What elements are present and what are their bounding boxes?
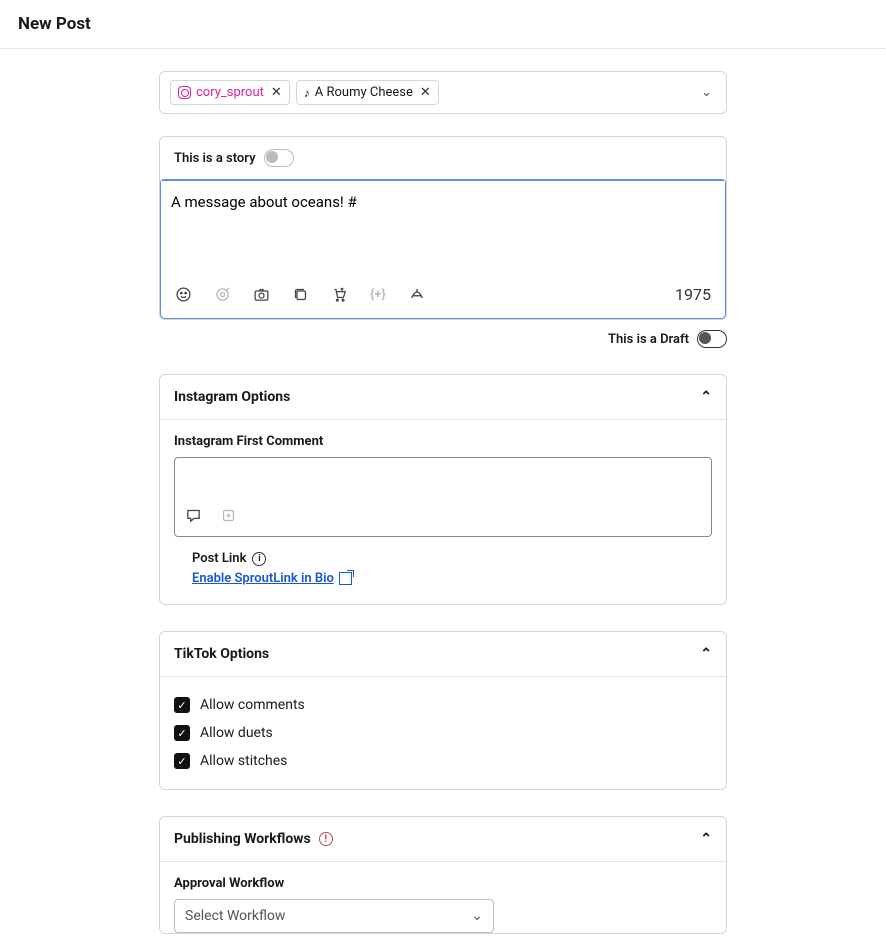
checkbox-label: Allow stitches	[200, 753, 287, 769]
composer: This is a story	[159, 136, 727, 320]
allow-stitches-row[interactable]: ✓ Allow stitches	[174, 747, 712, 775]
page-header: New Post	[0, 0, 886, 49]
select-placeholder: Select Workflow	[185, 908, 285, 924]
enable-sproutlink-link[interactable]: Enable SproutLink in Bio	[192, 571, 352, 586]
account-chip-label: cory_sprout	[196, 85, 264, 100]
publishing-workflows-header[interactable]: Publishing Workflows ! ⌃	[160, 817, 726, 862]
draft-toggle[interactable]	[697, 330, 727, 348]
allow-duets-row[interactable]: ✓ Allow duets	[174, 719, 712, 747]
checkbox-checked-icon[interactable]: ✓	[174, 697, 190, 713]
alt-text-icon[interactable]	[408, 286, 426, 304]
chevron-down-icon[interactable]: ⌄	[701, 85, 716, 100]
story-toggle[interactable]	[264, 149, 294, 167]
chevron-up-icon: ⌃	[700, 831, 712, 847]
post-link-label: Post Link	[192, 551, 246, 566]
story-toggle-label: This is a story	[174, 151, 256, 166]
info-icon[interactable]: i	[252, 552, 266, 566]
chevron-up-icon: ⌃	[700, 646, 712, 662]
account-selector[interactable]: cory_sprout ✕ ♪ A Roumy Cheese ✕ ⌄	[159, 71, 727, 114]
char-count: 1975	[675, 285, 711, 304]
page-title: New Post	[18, 14, 868, 34]
camera-icon[interactable]	[253, 286, 270, 303]
close-icon[interactable]: ✕	[271, 85, 282, 100]
emoji-icon[interactable]	[175, 286, 192, 303]
enable-sproutlink-label: Enable SproutLink in Bio	[192, 571, 334, 586]
instagram-icon	[178, 86, 191, 99]
first-comment-label: Instagram First Comment	[174, 434, 712, 449]
external-link-icon	[339, 572, 352, 585]
first-comment-input[interactable]	[174, 457, 712, 537]
instagram-options-header[interactable]: Instagram Options ⌃	[160, 375, 726, 420]
checkbox-checked-icon[interactable]: ✓	[174, 753, 190, 769]
panel-title: TikTok Options	[174, 646, 269, 662]
warning-icon: !	[319, 832, 333, 846]
tiktok-options-panel: TikTok Options ⌃ ✓ Allow comments ✓ Allo…	[159, 631, 727, 790]
draft-toggle-label: This is a Draft	[608, 332, 689, 347]
publishing-workflows-panel: Publishing Workflows ! ⌃ Approval Workfl…	[159, 816, 727, 934]
checkbox-label: Allow duets	[200, 725, 273, 741]
composer-editor: {+} 1975	[159, 179, 727, 320]
story-toggle-row: This is a story	[160, 137, 726, 180]
variable-icon[interactable]: {+}	[370, 287, 386, 302]
account-chip-tiktok[interactable]: ♪ A Roumy Cheese ✕	[296, 80, 439, 105]
add-media-icon[interactable]	[220, 507, 237, 524]
composer-toolbar: {+} 1975	[161, 277, 725, 318]
allow-comments-row[interactable]: ✓ Allow comments	[174, 691, 712, 719]
target-icon[interactable]	[214, 286, 231, 303]
instagram-options-panel: Instagram Options ⌃ Instagram First Comm…	[159, 374, 727, 605]
checkbox-checked-icon[interactable]: ✓	[174, 725, 190, 741]
chat-icon[interactable]	[185, 507, 202, 524]
panel-title: Publishing Workflows	[174, 831, 311, 847]
account-chip-label: A Roumy Cheese	[315, 85, 413, 100]
draft-toggle-row: This is a Draft	[159, 330, 727, 348]
tiktok-options-header[interactable]: TikTok Options ⌃	[160, 632, 726, 677]
close-icon[interactable]: ✕	[420, 85, 431, 100]
tiktok-icon: ♪	[304, 86, 310, 100]
first-comment-toolbar	[183, 503, 703, 528]
panel-title: Instagram Options	[174, 389, 290, 405]
checkbox-label: Allow comments	[200, 697, 305, 713]
post-link-row: Post Link i	[174, 537, 712, 566]
approval-workflow-label: Approval Workflow	[174, 876, 712, 891]
message-input[interactable]	[161, 181, 725, 273]
shopping-icon[interactable]	[331, 286, 348, 303]
approval-workflow-select[interactable]: Select Workflow ⌄	[174, 899, 494, 933]
chevron-up-icon: ⌃	[700, 389, 712, 405]
carousel-icon[interactable]	[292, 286, 309, 303]
chevron-down-icon: ⌄	[471, 908, 483, 924]
account-chip-instagram[interactable]: cory_sprout ✕	[170, 80, 290, 105]
